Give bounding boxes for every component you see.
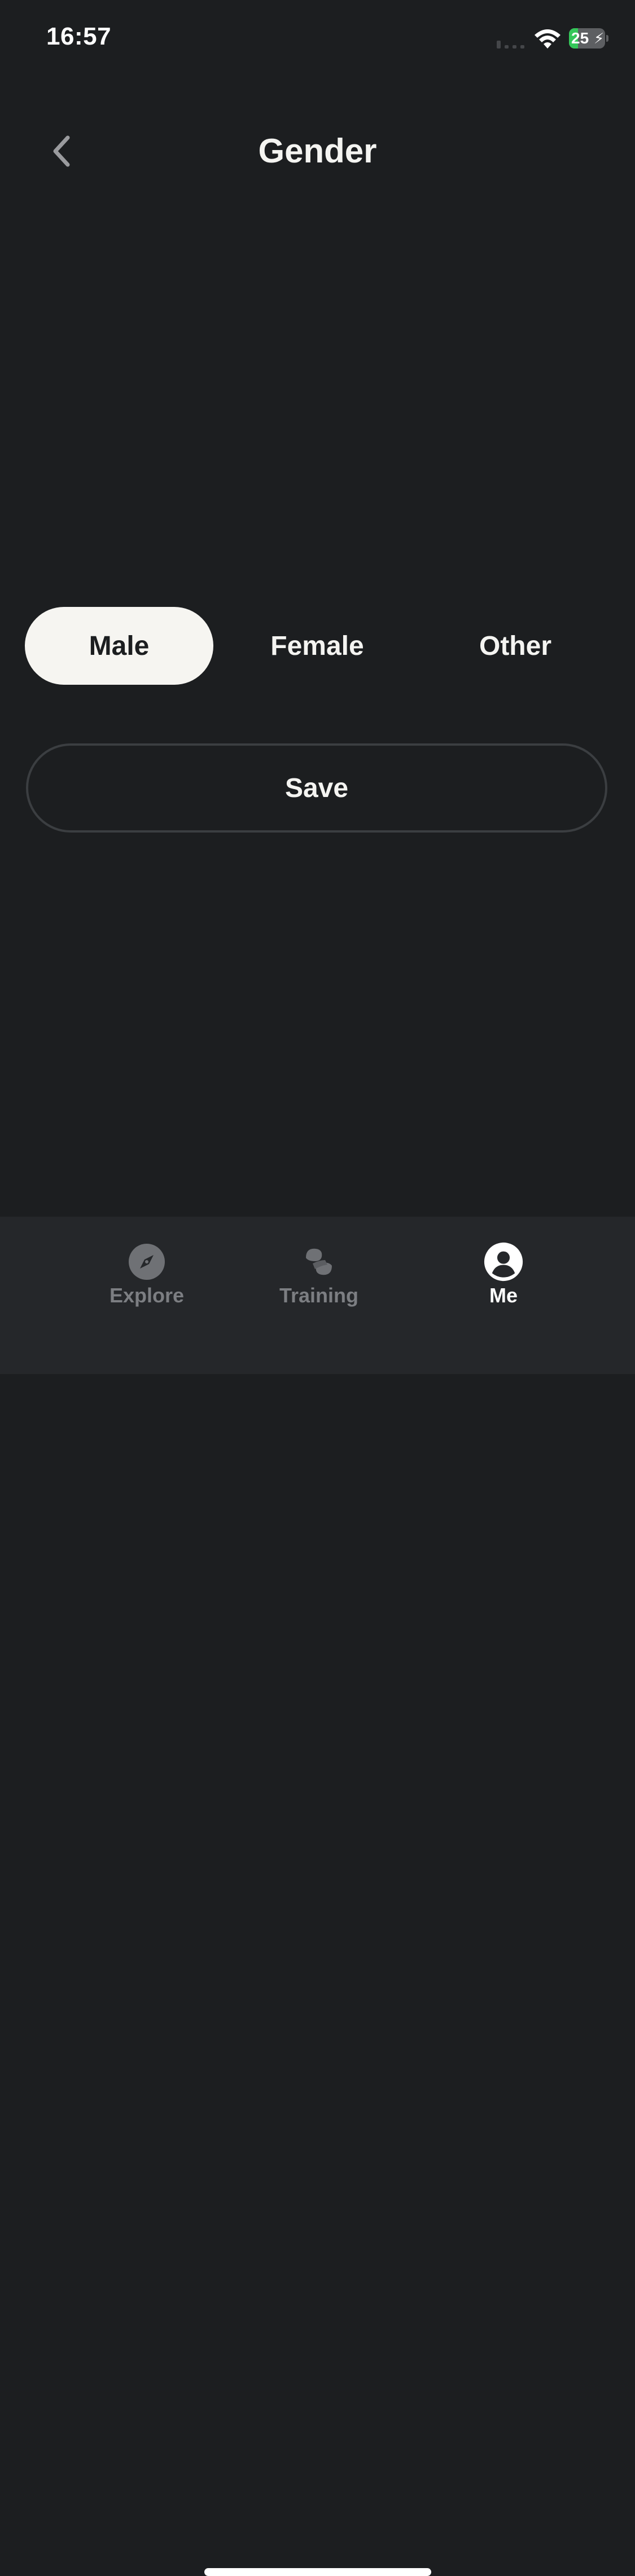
tab-label: Explore	[109, 1284, 185, 1307]
tab-training[interactable]: Training	[257, 1242, 381, 1315]
status-time: 16:57	[46, 23, 112, 50]
wifi-icon	[535, 29, 560, 49]
gender-option-female[interactable]: Female	[223, 607, 411, 685]
cellular-signal-icon	[497, 41, 529, 49]
tab-label: Me	[489, 1284, 518, 1307]
battery-percent: 25	[571, 29, 589, 47]
home-indicator	[204, 2568, 431, 2576]
battery-charging-icon: 25 ⚡	[569, 28, 608, 49]
gender-option-male[interactable]: Male	[25, 607, 213, 685]
profile-icon	[484, 1242, 523, 1282]
tab-label: Training	[279, 1284, 358, 1307]
charging-bolt-icon: ⚡	[594, 30, 605, 47]
tab-bar: Explore Training Me	[0, 1217, 635, 2576]
status-bar: 16:57 25 ⚡	[0, 0, 635, 76]
training-icon	[306, 1248, 332, 1275]
tab-explore[interactable]: Explore	[85, 1242, 209, 1315]
gender-option-other[interactable]: Other	[421, 607, 610, 685]
save-button-label: Save	[284, 773, 349, 803]
save-button[interactable]: Save	[26, 743, 607, 833]
gender-option-label: Male	[89, 631, 150, 661]
compass-icon	[129, 1244, 165, 1280]
gender-option-label: Female	[270, 631, 364, 661]
gender-option-label: Other	[479, 631, 551, 661]
gender-selector: Male Female Other	[25, 607, 610, 685]
tab-me[interactable]: Me	[441, 1242, 566, 1315]
page-title: Gender	[258, 132, 377, 170]
